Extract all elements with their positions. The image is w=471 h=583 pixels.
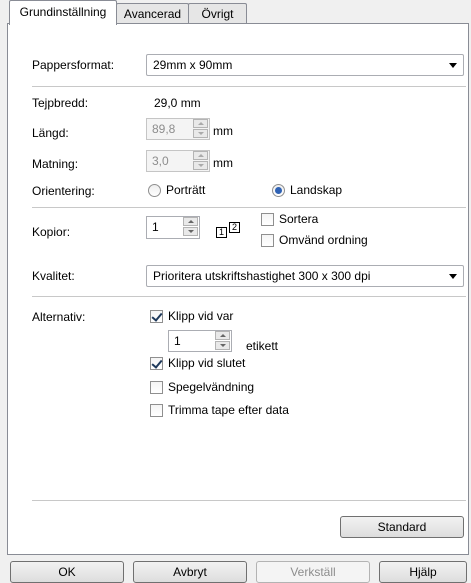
feed-unit: mm xyxy=(213,156,233,170)
spin-up-icon xyxy=(193,119,208,128)
help-button[interactable]: Hjälp xyxy=(379,561,467,583)
sort-label[interactable]: Sortera xyxy=(279,212,318,226)
spin-down-icon[interactable] xyxy=(215,341,230,350)
spin-down-icon xyxy=(193,129,208,138)
cut-end-label[interactable]: Klipp vid slutet xyxy=(168,356,245,370)
options-label: Alternativ: xyxy=(32,310,86,324)
orientation-label: Orientering: xyxy=(32,184,95,198)
apply-button: Verkställ xyxy=(256,561,370,583)
tab-ovrigt[interactable]: Övrigt xyxy=(188,3,247,24)
landscape-radio[interactable] xyxy=(272,184,285,197)
page-1-glyph: 1 xyxy=(216,227,227,238)
spin-down-icon xyxy=(193,161,208,170)
sort-checkbox[interactable] xyxy=(261,213,274,226)
length-label: Längd: xyxy=(32,126,69,140)
paper-format-select[interactable]: 29mm x 90mm xyxy=(146,54,464,76)
tab-avancerad[interactable]: Avancerad xyxy=(116,3,189,24)
copies-value: 1 xyxy=(152,220,159,234)
trim-tape-label[interactable]: Trimma tape efter data xyxy=(168,403,289,417)
cancel-button[interactable]: Avbryt xyxy=(133,561,247,583)
paper-format-value: 29mm x 90mm xyxy=(153,58,233,72)
quality-value: Prioritera utskriftshastighet 300 x 300 … xyxy=(153,269,371,283)
cut-every-label[interactable]: Klipp vid var xyxy=(168,309,233,323)
tape-width-label: Tejpbredd: xyxy=(32,96,89,110)
feed-label: Matning: xyxy=(32,157,79,171)
paper-format-label: Pappersformat: xyxy=(32,58,115,72)
length-stepper: 89,8 xyxy=(146,118,210,140)
mirror-checkbox[interactable] xyxy=(150,381,163,394)
page-2-glyph: 2 xyxy=(229,222,240,233)
divider xyxy=(32,207,466,208)
cut-every-checkbox[interactable] xyxy=(150,310,163,323)
portrait-radio[interactable] xyxy=(148,184,161,197)
feed-stepper: 3,0 xyxy=(146,150,210,172)
copies-label: Kopior: xyxy=(32,225,71,239)
length-spin-buttons xyxy=(193,119,209,139)
divider xyxy=(32,296,466,297)
cut-every-stepper[interactable]: 1 xyxy=(168,330,232,352)
reverse-order-label[interactable]: Omvänd ordning xyxy=(279,233,368,247)
reverse-order-checkbox[interactable] xyxy=(261,234,274,247)
feed-spin-buttons xyxy=(193,151,209,171)
landscape-label[interactable]: Landskap xyxy=(290,183,342,197)
tape-width-value: 29,0 mm xyxy=(154,96,201,110)
chevron-down-icon xyxy=(449,63,457,68)
length-unit: mm xyxy=(213,124,233,138)
divider xyxy=(32,86,466,87)
label-unit: etikett xyxy=(246,339,279,353)
feed-value: 3,0 xyxy=(152,154,169,168)
spin-up-icon[interactable] xyxy=(183,217,198,226)
settings-panel: Pappersformat: 29mm x 90mm Tejpbredd: 29… xyxy=(7,23,469,555)
cut-every-spin-buttons[interactable] xyxy=(215,331,231,351)
quality-select[interactable]: Prioritera utskriftshastighet 300 x 300 … xyxy=(146,265,464,287)
spin-up-icon xyxy=(193,151,208,160)
standard-button[interactable]: Standard xyxy=(340,516,464,538)
collate-pages-icon: 1 2 xyxy=(216,222,242,238)
copies-stepper[interactable]: 1 xyxy=(146,216,200,239)
mirror-label[interactable]: Spegelvändning xyxy=(168,380,254,394)
trim-tape-checkbox[interactable] xyxy=(150,404,163,417)
length-value: 89,8 xyxy=(152,122,176,136)
chevron-down-icon xyxy=(449,274,457,279)
copies-spin-buttons[interactable] xyxy=(183,217,199,237)
spin-up-icon[interactable] xyxy=(215,331,230,340)
ok-button[interactable]: OK xyxy=(10,561,124,583)
cut-every-value: 1 xyxy=(174,334,181,348)
portrait-label[interactable]: Porträtt xyxy=(166,183,205,197)
tab-grundinstallning[interactable]: Grundinställning xyxy=(9,0,117,25)
divider xyxy=(32,500,466,501)
cut-end-checkbox[interactable] xyxy=(150,357,163,370)
quality-label: Kvalitet: xyxy=(32,269,75,283)
spin-down-icon[interactable] xyxy=(183,227,198,236)
